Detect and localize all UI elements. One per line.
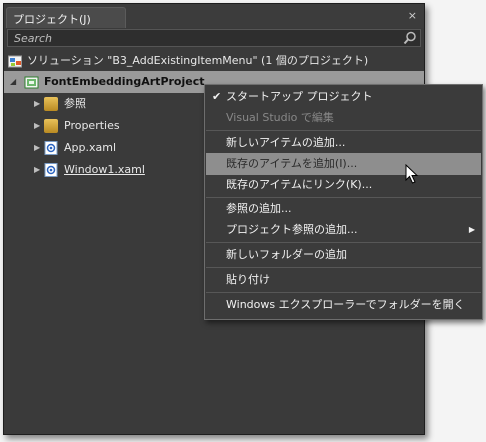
project-label: FontEmbeddingArtProject <box>44 75 205 88</box>
menu-separator <box>206 267 481 268</box>
menu-item-label: 既存のアイテムを追加(I)... <box>226 157 358 170</box>
close-icon[interactable]: × <box>408 9 417 22</box>
menu-item-label: 新しいフォルダーの追加 <box>226 248 347 261</box>
panel-titlebar: プロジェクト(J) × <box>4 4 424 28</box>
menu-item-label: 新しいアイテムの追加... <box>226 136 346 149</box>
folder-icon <box>44 97 58 111</box>
xaml-file-icon <box>44 141 58 155</box>
tree-item-label: Properties <box>64 119 120 132</box>
search-box[interactable] <box>7 29 421 47</box>
tree-item-label: 参照 <box>64 97 86 110</box>
menu-item-label: 既存のアイテムにリンク(K)... <box>226 178 373 191</box>
xaml-file-icon <box>44 163 58 177</box>
menu-item-add-project-reference[interactable]: プロジェクト参照の追加... ▶ <box>206 219 481 241</box>
expand-arrow-icon[interactable]: ▶ <box>34 159 40 181</box>
expand-arrow-icon[interactable]: ▶ <box>34 115 40 137</box>
tab-projects[interactable]: プロジェクト(J) <box>6 7 126 28</box>
solution-label: ソリューション "B3_AddExistingItemMenu" (1 個のプロ… <box>27 54 369 67</box>
solution-icon <box>8 54 22 68</box>
folder-icon <box>44 119 58 133</box>
search-input[interactable] <box>8 30 404 46</box>
menu-item-label: プロジェクト参照の追加... <box>226 223 358 236</box>
menu-item-add-reference[interactable]: 参照の追加... <box>206 198 481 220</box>
menu-item-label: Visual Studio で編集 <box>226 111 334 124</box>
expand-arrow-icon[interactable]: ▶ <box>34 93 40 115</box>
menu-separator <box>206 130 481 131</box>
menu-separator <box>206 292 481 293</box>
menu-item-add-existing-item[interactable]: 既存のアイテムを追加(I)... <box>206 153 481 175</box>
tree-item-label: App.xaml <box>64 141 117 154</box>
submenu-arrow-icon: ▶ <box>468 225 475 234</box>
menu-item-label: 参照の追加... <box>226 202 292 215</box>
menu-item-link-existing-item[interactable]: 既存のアイテムにリンク(K)... <box>206 174 481 196</box>
menu-separator <box>206 242 481 243</box>
menu-item-label: スタートアップ プロジェクト <box>226 90 373 103</box>
project-icon <box>24 75 39 89</box>
menu-item-label: 貼り付け <box>226 273 270 286</box>
menu-item-add-new-folder[interactable]: 新しいフォルダーの追加 <box>206 244 481 266</box>
menu-item-open-in-explorer[interactable]: Windows エクスプローラーでフォルダーを開く <box>206 294 481 316</box>
mouse-pointer-icon <box>405 163 419 187</box>
context-menu: ✔ スタートアップ プロジェクト Visual Studio で編集 新しいアイ… <box>204 84 483 320</box>
menu-item-edit-in-visual-studio: Visual Studio で編集 <box>206 107 481 129</box>
tree-item-label: Window1.xaml <box>64 163 145 176</box>
menu-item-startup-project[interactable]: ✔ スタートアップ プロジェクト <box>206 86 481 108</box>
checkmark-icon: ✔ <box>212 90 222 103</box>
menu-item-paste[interactable]: 貼り付け <box>206 269 481 291</box>
menu-item-label: Windows エクスプローラーでフォルダーを開く <box>226 298 465 311</box>
expand-arrow-icon[interactable]: ▶ <box>34 137 40 159</box>
tree-row-solution[interactable]: ソリューション "B3_AddExistingItemMenu" (1 個のプロ… <box>4 50 424 72</box>
collapse-triangle-icon[interactable]: ◢ <box>10 71 16 93</box>
search-icon[interactable] <box>403 31 417 48</box>
tab-projects-label: プロジェクト(J) <box>13 13 91 26</box>
menu-item-add-new-item[interactable]: 新しいアイテムの追加... <box>206 132 481 154</box>
